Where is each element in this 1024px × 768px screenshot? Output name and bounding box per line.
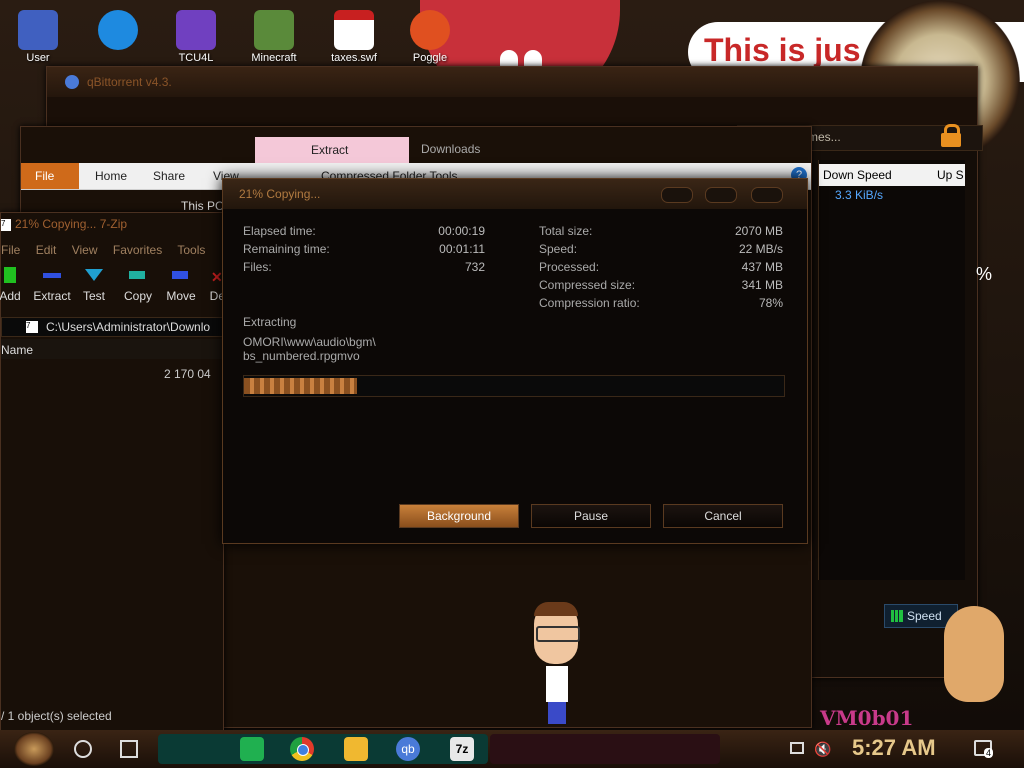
taskbar-pinned-apps: qb 7z bbox=[158, 734, 488, 764]
start-button[interactable] bbox=[14, 732, 54, 766]
clock-time[interactable]: 5:27 AM bbox=[852, 735, 936, 761]
desktop-icon-user[interactable]: User bbox=[6, 6, 70, 72]
elapsed-time-label: Elapsed time: bbox=[243, 224, 316, 238]
qbittorrent-taskbar-icon[interactable]: qb bbox=[396, 737, 420, 761]
notification-count: 4 bbox=[984, 748, 994, 758]
qbittorrent-titlebar[interactable]: qBittorrent v4.3. bbox=[47, 67, 977, 97]
window-title-downloads: Downloads bbox=[421, 142, 481, 156]
desktop-icon-taxes-swf[interactable]: taxes.swf bbox=[322, 6, 386, 72]
current-file-name: bs_numbered.rpgmvo bbox=[243, 349, 360, 363]
background-button[interactable]: Background bbox=[399, 504, 519, 528]
desktop-icon-tcu4l[interactable]: TCU4L bbox=[164, 6, 228, 72]
column-down-speed[interactable]: Down Speed bbox=[823, 168, 892, 182]
sticky-notes-icon[interactable] bbox=[240, 737, 264, 761]
speed-bars-icon bbox=[891, 610, 903, 622]
qbittorrent-column-headers: Down Speed Up S bbox=[819, 164, 965, 186]
flash-file-icon bbox=[334, 10, 374, 50]
7zip-icon: 7 bbox=[1, 219, 11, 231]
copy-progress-bar bbox=[243, 375, 785, 397]
desktop-icon-minecraft[interactable]: Minecraft bbox=[242, 6, 306, 72]
menu-tools[interactable]: Tools bbox=[177, 243, 205, 257]
menu-favorites[interactable]: Favorites bbox=[113, 243, 162, 257]
vm-watermark: VM0b01 bbox=[820, 706, 914, 730]
qbittorrent-title: qBittorrent v4.3. bbox=[87, 75, 172, 89]
remaining-time-value: 00:01:11 bbox=[439, 242, 485, 256]
file-size-value: 2 170 04 bbox=[164, 367, 211, 381]
speed-value: 22 MB/s bbox=[738, 242, 783, 256]
check-icon bbox=[69, 265, 119, 285]
speed-label: Speed: bbox=[539, 242, 578, 256]
menu-file[interactable]: File bbox=[1, 243, 20, 257]
desktop-icon-poggle[interactable]: Poggle bbox=[398, 6, 462, 72]
visual-studio-icon bbox=[176, 10, 216, 50]
cancel-button[interactable]: Cancel bbox=[663, 504, 783, 528]
7zip-title: 21% Copying... 7-Zip bbox=[15, 217, 128, 231]
action-label: Extracting bbox=[243, 315, 297, 329]
compressed-size-label: Compressed size: bbox=[539, 278, 636, 292]
files-label: Files: bbox=[243, 260, 272, 274]
7zip-menubar: File Edit View Favorites Tools bbox=[1, 243, 217, 257]
total-size-value: 2070 MB bbox=[734, 224, 783, 238]
minecraft-icon bbox=[254, 10, 294, 50]
percent-fragment: % bbox=[976, 264, 993, 284]
7zip-path-input[interactable]: 7 C:\Users\Administrator\Downlo bbox=[1, 317, 225, 337]
network-icon[interactable] bbox=[790, 742, 804, 754]
compression-ratio-label: Compression ratio: bbox=[539, 296, 640, 310]
qbittorrent-icon bbox=[65, 75, 79, 89]
7zip-taskbar-icon[interactable]: 7z bbox=[450, 737, 474, 761]
compressed-size-value: 341 MB bbox=[741, 278, 783, 292]
compression-ratio-value: 78% bbox=[758, 296, 783, 310]
copy-progress-dialog: 21% Copying... Elapsed time: 00:00:19 Re… bbox=[222, 178, 808, 544]
column-name[interactable]: Name bbox=[1, 343, 33, 357]
taskbar: qb 7z 🔇 5:27 AM 4 bbox=[0, 730, 1024, 768]
copy-dialog-titlebar[interactable]: 21% Copying... bbox=[223, 179, 807, 209]
column-up-speed[interactable]: Up S bbox=[937, 168, 964, 182]
progress-fill bbox=[244, 378, 358, 394]
lock-icon[interactable] bbox=[940, 124, 962, 147]
toolbar-test-button[interactable]: Test bbox=[69, 265, 119, 303]
copy-dialog-title: 21% Copying... bbox=[239, 187, 321, 201]
7zip-window: 7 21% Copying... 7-Zip File Edit View Fa… bbox=[0, 212, 234, 734]
total-size-label: Total size: bbox=[539, 224, 593, 238]
remaining-time-label: Remaining time: bbox=[243, 242, 330, 256]
close-button[interactable] bbox=[751, 187, 783, 203]
processed-label: Processed: bbox=[539, 260, 600, 274]
tab-share[interactable]: Share bbox=[153, 169, 185, 183]
maximize-button[interactable] bbox=[705, 187, 737, 203]
speech-text: This is jus bbox=[704, 32, 861, 68]
chrome-icon[interactable] bbox=[290, 737, 314, 761]
volume-muted-icon[interactable]: 🔇 bbox=[814, 741, 831, 758]
qbittorrent-transfer-list[interactable]: Down Speed Up S 3.3 KiB/s bbox=[818, 160, 965, 580]
minimize-button[interactable] bbox=[661, 187, 693, 203]
search-circle-icon[interactable] bbox=[74, 740, 92, 758]
notification-center-icon[interactable]: 4 bbox=[974, 740, 994, 758]
menu-view[interactable]: View bbox=[72, 243, 98, 257]
file-explorer-icon[interactable] bbox=[344, 737, 368, 761]
edge-icon bbox=[98, 10, 138, 50]
menu-edit[interactable]: Edit bbox=[36, 243, 57, 257]
address-this-pc[interactable]: This PC bbox=[181, 199, 224, 213]
current-file-path: OMORI\www\audio\bgm\ bbox=[243, 335, 376, 349]
task-view-icon[interactable] bbox=[120, 740, 138, 758]
7zip-status-bar: / 1 object(s) selected bbox=[1, 709, 112, 723]
tab-home[interactable]: Home bbox=[95, 169, 127, 183]
7zip-path-icon: 7 bbox=[26, 321, 38, 333]
tab-extract-context[interactable]: Extract bbox=[255, 137, 409, 163]
processed-value: 437 MB bbox=[741, 260, 783, 274]
files-value: 732 bbox=[464, 260, 485, 274]
user-folder-icon bbox=[18, 10, 58, 50]
taskbar-empty-area bbox=[490, 734, 720, 764]
7zip-column-header: Name bbox=[1, 339, 223, 359]
down-speed-value: 3.3 KiB/s bbox=[835, 188, 884, 202]
tab-file[interactable]: File bbox=[21, 163, 79, 189]
desktop-icon-edge[interactable] bbox=[86, 6, 150, 72]
elapsed-time-value: 00:00:19 bbox=[438, 224, 485, 238]
cartoon-character-decoration bbox=[530, 602, 582, 724]
poggle-icon bbox=[410, 10, 450, 50]
pause-button[interactable]: Pause bbox=[531, 504, 651, 528]
hamster-decoration bbox=[944, 606, 1004, 702]
